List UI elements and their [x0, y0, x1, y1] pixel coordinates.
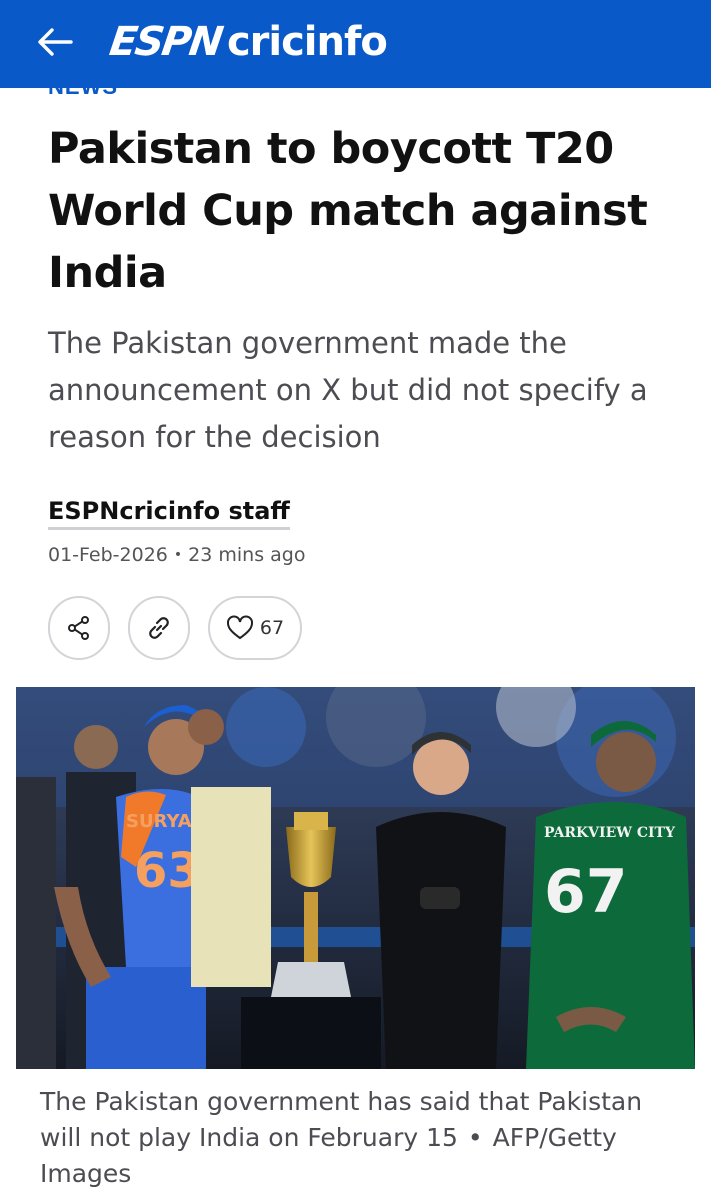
heart-icon	[226, 615, 253, 640]
copy-link-button[interactable]	[128, 596, 190, 660]
jersey-left-name: SURYA	[126, 811, 192, 832]
jersey-left-number: 63	[134, 843, 201, 899]
author-link[interactable]: ESPNcricinfo staff	[48, 497, 290, 530]
photo-illustration: SURYA 63 PARKVIEW CITY 67	[16, 687, 695, 1069]
back-arrow-icon	[38, 28, 73, 56]
article-actions: 67	[48, 596, 302, 660]
article-summary: The Pakistan government made the announc…	[48, 326, 648, 454]
meta-separator: •	[173, 547, 183, 563]
publish-date: 01-Feb-2026	[48, 544, 168, 566]
logo-espn: ESPN	[106, 19, 225, 65]
back-button[interactable]	[32, 22, 78, 62]
article-photo[interactable]: SURYA 63 PARKVIEW CITY 67	[16, 687, 695, 1069]
logo-cricinfo: cricinfo	[226, 19, 388, 65]
jersey-right-number: 67	[544, 857, 628, 927]
like-button[interactable]: 67	[208, 596, 302, 660]
link-icon	[149, 617, 169, 639]
app-header: ESPN cricinfo	[0, 0, 711, 88]
article-meta: 01-Feb-2026 • 23 mins ago	[48, 544, 305, 566]
like-count: 67	[259, 617, 285, 639]
share-button[interactable]	[48, 596, 110, 660]
espncricinfo-logo[interactable]: ESPN cricinfo	[106, 16, 388, 68]
photo-caption: The Pakistan government has said that Pa…	[40, 1084, 680, 1192]
caption-separator: •	[467, 1123, 483, 1152]
jersey-right-text: PARKVIEW CITY	[544, 825, 676, 841]
time-ago: 23 mins ago	[188, 544, 306, 566]
article-headline: Pakistan to boycott T20 World Cup match …	[48, 124, 648, 298]
share-icon	[68, 616, 89, 640]
